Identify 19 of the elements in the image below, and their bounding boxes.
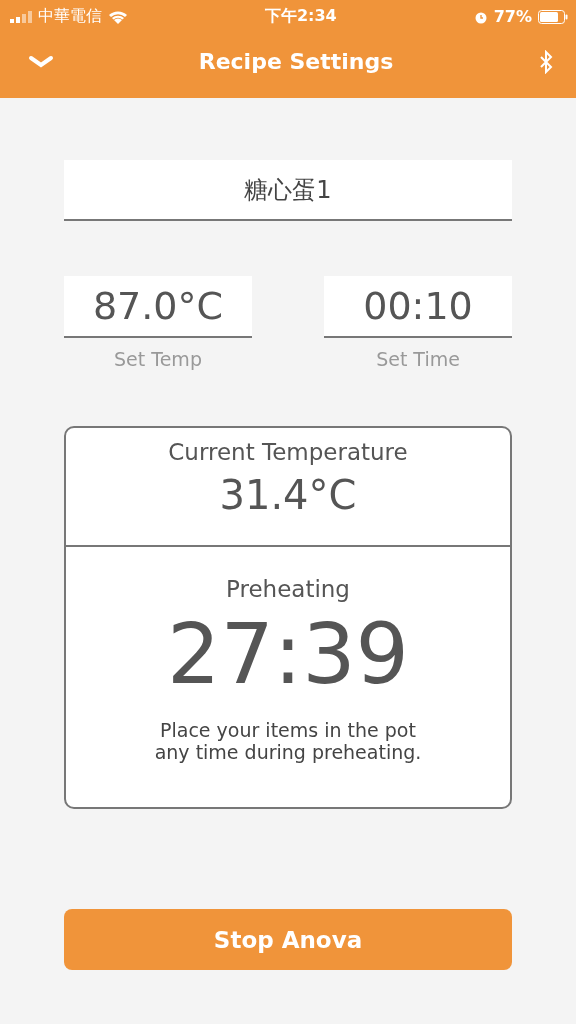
battery-percent: 77% — [493, 7, 532, 26]
bluetooth-button[interactable] — [538, 49, 554, 74]
phase-label: Preheating — [226, 577, 350, 603]
setting-field[interactable]: 87.0°C — [64, 276, 252, 338]
current-temperature-value: 31.4°C — [219, 473, 357, 518]
preheat-note: Place your items in the pot any time during preheating. — [154, 718, 422, 765]
recipe-name-field[interactable]: 糖心蛋1 — [64, 160, 512, 221]
carrier-name: 中華電信 — [38, 6, 102, 27]
current-temperature-label: Current Temperature — [168, 440, 408, 466]
status-time: 下午2:34 — [264, 6, 337, 27]
signal-icon — [10, 10, 32, 23]
setting-label: Set Temp — [114, 348, 202, 370]
collapse-chevron-button[interactable] — [28, 54, 54, 69]
setting-label: Set Time — [376, 348, 460, 370]
battery-icon — [538, 9, 568, 24]
setting-field[interactable]: 00:10 — [324, 276, 512, 338]
countdown-timer: 27:39 — [166, 608, 410, 701]
screen-title: Recipe Settings — [198, 49, 394, 74]
wifi-icon — [108, 9, 128, 24]
